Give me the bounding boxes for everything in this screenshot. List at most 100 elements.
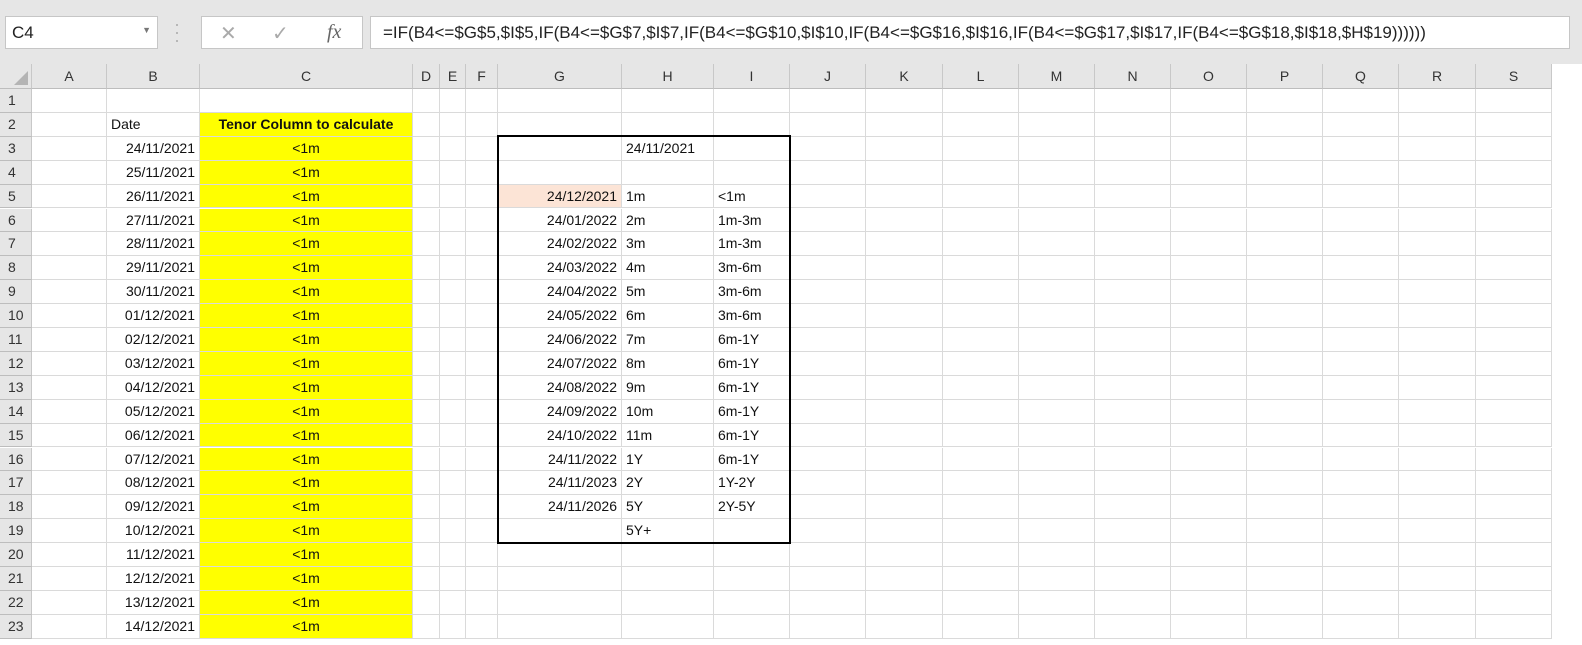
cell-N20[interactable] (1095, 543, 1171, 567)
cell-E20[interactable] (440, 543, 466, 567)
cell-A22[interactable] (32, 590, 107, 615)
cell-H15[interactable]: 11m (622, 423, 714, 448)
cell-E5[interactable] (440, 184, 466, 209)
cell-I14[interactable]: 6m-1Y (714, 399, 790, 424)
cell-I9[interactable]: 3m-6m (714, 280, 790, 305)
cell-R2[interactable] (1399, 112, 1476, 137)
cell-L19[interactable] (943, 519, 1019, 544)
cell-C6[interactable]: <1m (200, 208, 413, 233)
cell-S5[interactable] (1476, 184, 1552, 209)
cell-N9[interactable] (1095, 280, 1171, 305)
cell-M17[interactable] (1019, 471, 1095, 496)
cell-S19[interactable] (1476, 519, 1552, 544)
cell-S14[interactable] (1476, 399, 1552, 424)
cell-K20[interactable] (866, 543, 943, 567)
cell-B12[interactable]: 03/12/2021 (107, 351, 200, 376)
cell-K13[interactable] (866, 375, 943, 400)
cell-P13[interactable] (1247, 375, 1323, 400)
cell-R20[interactable] (1399, 543, 1476, 567)
cell-E23[interactable] (440, 614, 466, 639)
cell-R11[interactable] (1399, 328, 1476, 352)
cell-I17[interactable]: 1Y-2Y (714, 471, 790, 496)
cell-M6[interactable] (1019, 208, 1095, 233)
cell-Q18[interactable] (1323, 495, 1399, 520)
cell-O11[interactable] (1171, 328, 1247, 352)
cell-S16[interactable] (1476, 447, 1552, 472)
cell-R21[interactable] (1399, 567, 1476, 591)
cell-P15[interactable] (1247, 423, 1323, 448)
cell-P17[interactable] (1247, 471, 1323, 496)
cell-G19[interactable] (498, 519, 622, 544)
cell-K1[interactable] (866, 89, 943, 113)
cell-N22[interactable] (1095, 590, 1171, 615)
cell-P7[interactable] (1247, 232, 1323, 257)
cell-C10[interactable]: <1m (200, 304, 413, 328)
cell-B13[interactable]: 04/12/2021 (107, 375, 200, 400)
cell-R4[interactable] (1399, 160, 1476, 185)
cell-D2[interactable] (413, 112, 440, 137)
column-header-I[interactable]: I (714, 64, 790, 89)
cell-B19[interactable]: 10/12/2021 (107, 519, 200, 544)
cell-G10[interactable]: 24/05/2022 (498, 304, 622, 328)
cell-M10[interactable] (1019, 304, 1095, 328)
cell-Q8[interactable] (1323, 256, 1399, 281)
cell-Q2[interactable] (1323, 112, 1399, 137)
cell-J2[interactable] (790, 112, 866, 137)
cell-B10[interactable]: 01/12/2021 (107, 304, 200, 328)
cell-O14[interactable] (1171, 399, 1247, 424)
cell-K19[interactable] (866, 519, 943, 544)
column-header-P[interactable]: P (1247, 64, 1323, 89)
cell-R3[interactable] (1399, 136, 1476, 161)
cell-S8[interactable] (1476, 256, 1552, 281)
cell-O15[interactable] (1171, 423, 1247, 448)
cell-Q14[interactable] (1323, 399, 1399, 424)
cell-J12[interactable] (790, 351, 866, 376)
cell-M2[interactable] (1019, 112, 1095, 137)
cancel-icon[interactable]: ✕ (220, 21, 237, 46)
cell-S12[interactable] (1476, 351, 1552, 376)
cell-K18[interactable] (866, 495, 943, 520)
cell-N2[interactable] (1095, 112, 1171, 137)
cell-L23[interactable] (943, 614, 1019, 639)
cell-A12[interactable] (32, 351, 107, 376)
cell-J3[interactable] (790, 136, 866, 161)
cell-L10[interactable] (943, 304, 1019, 328)
chevron-down-icon[interactable]: ▼ (142, 25, 151, 35)
cell-G4[interactable] (498, 160, 622, 185)
cell-G22[interactable] (498, 590, 622, 615)
cell-H18[interactable]: 5Y (622, 495, 714, 520)
cell-H9[interactable]: 5m (622, 280, 714, 305)
cell-L9[interactable] (943, 280, 1019, 305)
cell-I23[interactable] (714, 614, 790, 639)
cell-F6[interactable] (466, 208, 498, 233)
cell-I2[interactable] (714, 112, 790, 137)
cell-O8[interactable] (1171, 256, 1247, 281)
cell-I12[interactable]: 6m-1Y (714, 351, 790, 376)
cell-J15[interactable] (790, 423, 866, 448)
cell-I19[interactable] (714, 519, 790, 544)
cell-D17[interactable] (413, 471, 440, 496)
name-box[interactable]: C4 ▼ (5, 16, 158, 49)
cell-Q5[interactable] (1323, 184, 1399, 209)
cell-I22[interactable] (714, 590, 790, 615)
cell-R8[interactable] (1399, 256, 1476, 281)
cell-S13[interactable] (1476, 375, 1552, 400)
formula-input[interactable]: =IF(B4<=$G$5,$I$5,IF(B4<=$G$7,$I$7,IF(B4… (370, 16, 1570, 49)
cell-R16[interactable] (1399, 447, 1476, 472)
cell-G6[interactable]: 24/01/2022 (498, 208, 622, 233)
cell-N7[interactable] (1095, 232, 1171, 257)
cell-E7[interactable] (440, 232, 466, 257)
row-header-10[interactable]: 10 (0, 304, 32, 328)
cell-O1[interactable] (1171, 89, 1247, 113)
cell-Q15[interactable] (1323, 423, 1399, 448)
cell-H6[interactable]: 2m (622, 208, 714, 233)
cell-M18[interactable] (1019, 495, 1095, 520)
cell-F8[interactable] (466, 256, 498, 281)
cell-S18[interactable] (1476, 495, 1552, 520)
cell-D6[interactable] (413, 208, 440, 233)
cell-K15[interactable] (866, 423, 943, 448)
cell-P23[interactable] (1247, 614, 1323, 639)
cell-I13[interactable]: 6m-1Y (714, 375, 790, 400)
cell-N12[interactable] (1095, 351, 1171, 376)
cell-A23[interactable] (32, 614, 107, 639)
